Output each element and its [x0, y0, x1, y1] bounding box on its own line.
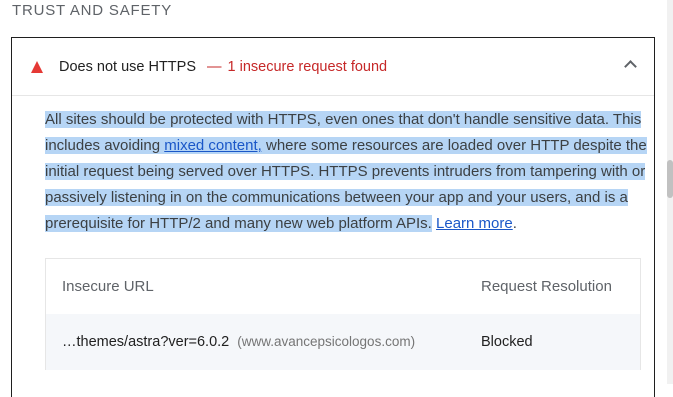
header-insecure-url: Insecure URL — [62, 278, 154, 295]
audit-title: Does not use HTTPS — [59, 58, 196, 75]
audit-header[interactable]: Does not use HTTPS — 1 insecure request … — [12, 38, 654, 96]
resolution-value: Blocked — [481, 334, 533, 350]
insecure-url[interactable]: …themes/astra?ver=6.0.2 — [62, 334, 229, 350]
audit-display-value: 1 insecure request found — [227, 58, 388, 75]
audit-description: All sites should be protected with HTTPS… — [45, 107, 650, 237]
table-row: …themes/astra?ver=6.0.2 (www.avancepsicol… — [46, 314, 640, 370]
table-header-row: Insecure URL Request Resolution — [46, 259, 640, 314]
scrollbar-thumb[interactable] — [667, 160, 673, 198]
header-request-resolution: Request Resolution — [481, 278, 612, 295]
audit-panel: Does not use HTTPS — 1 insecure request … — [11, 37, 655, 397]
fail-triangle-icon — [31, 61, 43, 73]
url-host: (www.avancepsicologos.com) — [237, 334, 416, 349]
url-cell: …themes/astra?ver=6.0.2 (www.avancepsicol… — [46, 334, 466, 350]
section-title: TRUST AND SAFETY — [12, 2, 173, 19]
details-table: Insecure URL Request Resolution …themes/… — [45, 258, 641, 370]
learn-more-link[interactable]: Learn more — [436, 215, 513, 232]
description-end: . — [512, 215, 517, 232]
audit-separator: — — [207, 58, 222, 75]
vertical-scrollbar[interactable] — [667, 0, 673, 384]
mixed-content-link[interactable]: mixed content, — [164, 137, 262, 154]
chevron-up-icon[interactable] — [624, 60, 637, 73]
